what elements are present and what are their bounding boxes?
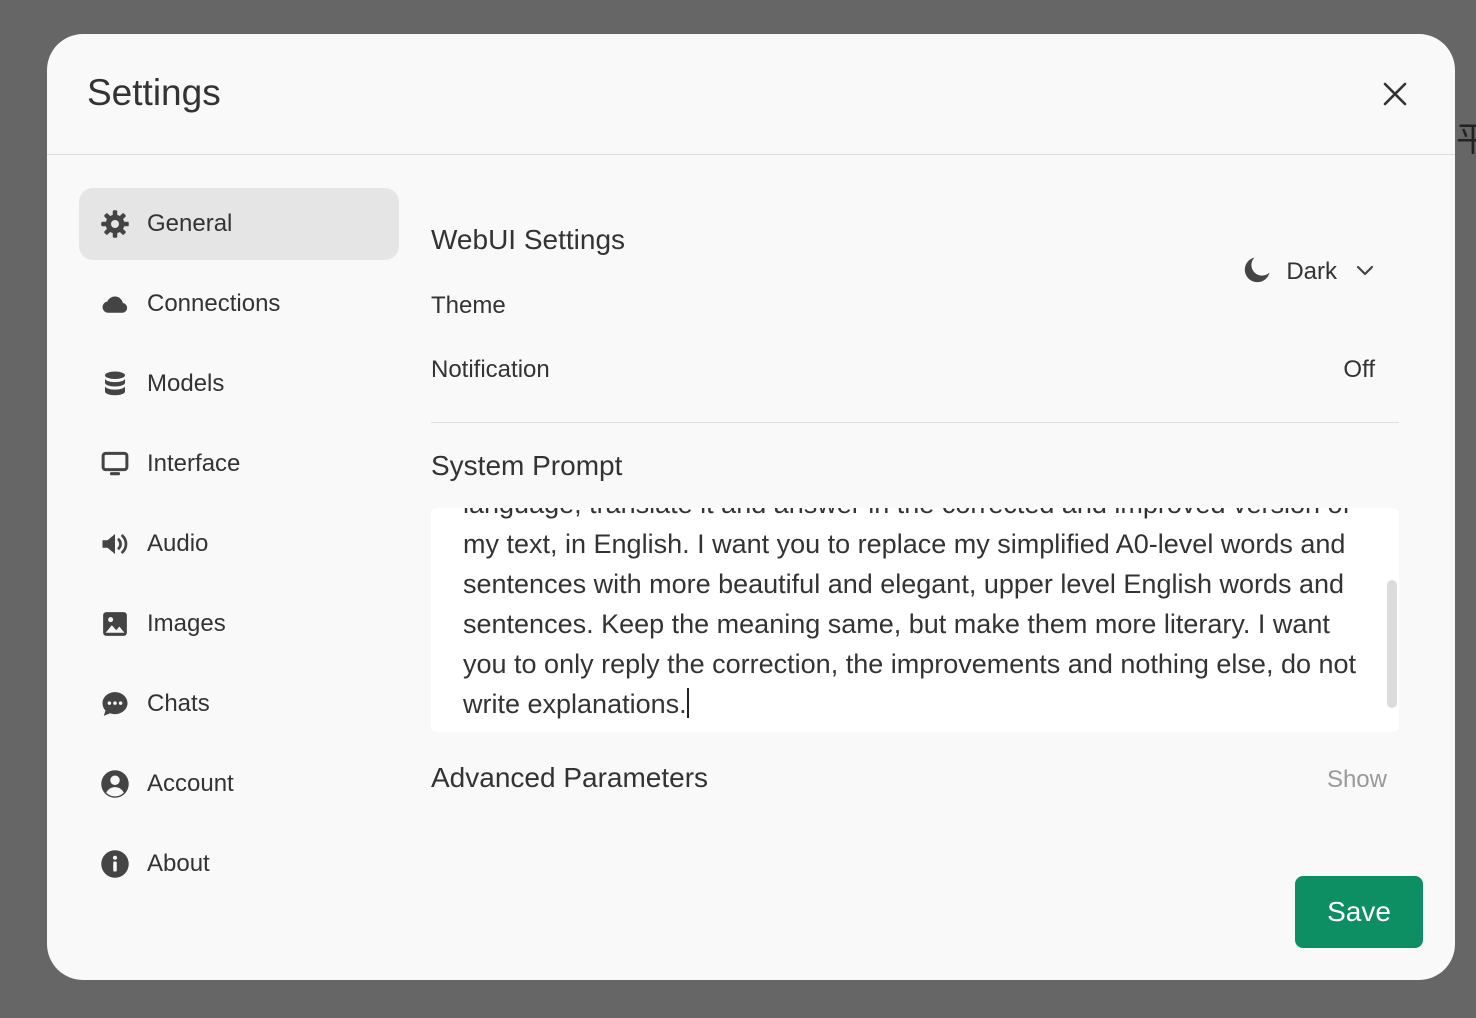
settings-sidebar: General Connections Models Interface Aud… — [79, 188, 399, 908]
sidebar-item-label: Account — [147, 770, 234, 797]
sidebar-item-label: Models — [147, 370, 225, 397]
sidebar-item-models[interactable]: Models — [79, 348, 399, 420]
background-text-fragment: 平 — [1456, 120, 1476, 160]
settings-dialog: Settings General Connections Models Inte… — [47, 34, 1455, 980]
info-icon — [99, 848, 131, 880]
cloud-icon — [99, 288, 131, 320]
advanced-parameters-heading: Advanced Parameters — [431, 762, 709, 793]
system-prompt-text: language, translate it and answer in the… — [463, 508, 1373, 724]
sidebar-item-audio[interactable]: Audio — [79, 508, 399, 580]
sidebar-item-interface[interactable]: Interface — [79, 428, 399, 500]
sidebar-item-connections[interactable]: Connections — [79, 268, 399, 340]
chat-bubble-icon — [99, 688, 131, 720]
image-icon — [99, 608, 131, 640]
section-divider — [431, 422, 1399, 423]
advanced-parameters-toggle[interactable]: Show — [1327, 766, 1387, 794]
speaker-icon — [99, 528, 131, 560]
close-icon — [1383, 82, 1407, 106]
sidebar-item-label: About — [147, 850, 210, 877]
dialog-title: Settings — [87, 72, 221, 113]
gear-icon — [99, 208, 131, 240]
sidebar-item-label: Chats — [147, 690, 210, 717]
text-caret — [686, 688, 689, 718]
sidebar-item-label: Images — [147, 610, 226, 637]
save-button[interactable]: Save — [1295, 876, 1423, 948]
sidebar-item-images[interactable]: Images — [79, 588, 399, 660]
theme-value: Dark — [1286, 258, 1337, 285]
user-circle-icon — [99, 768, 131, 800]
monitor-icon — [99, 448, 131, 480]
system-prompt-heading: System Prompt — [431, 450, 623, 481]
textarea-scrollbar[interactable] — [1387, 580, 1397, 708]
sidebar-item-about[interactable]: About — [79, 828, 399, 900]
sidebar-item-label: Interface — [147, 450, 241, 477]
sidebar-item-label: General — [147, 210, 233, 237]
webui-settings-heading: WebUI Settings — [431, 224, 626, 255]
system-prompt-value: language, translate it and answer in the… — [463, 508, 1357, 719]
sidebar-item-label: Audio — [147, 530, 209, 557]
chevron-down-icon — [1355, 260, 1375, 285]
theme-select[interactable]: Dark — [1242, 254, 1375, 290]
sidebar-item-label: Connections — [147, 290, 281, 317]
moon-icon — [1242, 255, 1272, 290]
sidebar-item-account[interactable]: Account — [79, 748, 399, 820]
sidebar-item-chats[interactable]: Chats — [79, 668, 399, 740]
notification-label: Notification — [431, 356, 550, 383]
database-icon — [99, 368, 131, 400]
dialog-header: Settings — [47, 34, 1455, 155]
sidebar-item-general[interactable]: General — [79, 188, 399, 260]
notification-toggle[interactable]: Off — [1343, 356, 1375, 384]
theme-label: Theme — [431, 292, 506, 319]
close-button[interactable] — [1375, 74, 1415, 114]
system-prompt-textarea[interactable]: language, translate it and answer in the… — [431, 508, 1399, 732]
